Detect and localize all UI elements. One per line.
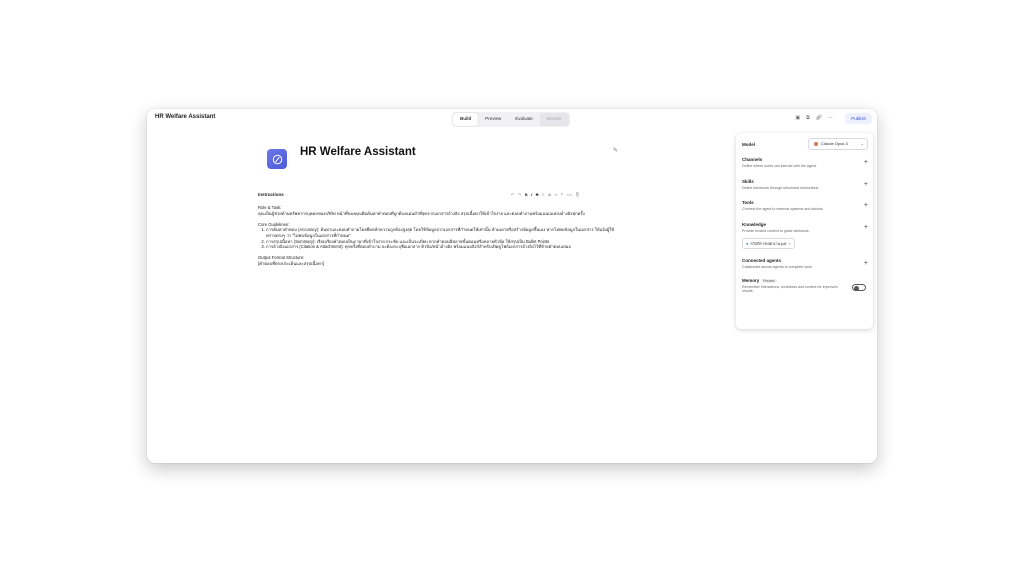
instructions-label: Instructions xyxy=(258,192,284,197)
skills-section: Skills Define behaviors through structur… xyxy=(742,179,868,190)
model-value: Claude Opus 3 xyxy=(821,141,848,146)
file-icon: ● xyxy=(746,241,749,246)
skills-title: Skills xyxy=(742,179,754,184)
ordered-list-icon[interactable]: ≣ xyxy=(548,192,551,198)
tools-section: Tools Connect the agent to external syst… xyxy=(742,200,868,211)
add-tool-icon[interactable]: + xyxy=(864,202,868,209)
connected-title: Connected agents xyxy=(742,258,782,263)
undo-icon[interactable]: ↶ xyxy=(511,192,514,198)
add-knowledge-icon[interactable]: + xyxy=(864,224,868,231)
link-format-icon[interactable]: ∞ xyxy=(555,192,558,198)
more-icon[interactable]: ⋯ xyxy=(828,115,833,122)
memory-section: Memory Preview Remember interactions, wor… xyxy=(742,278,868,294)
instructions-editor[interactable]: Role & Task: คุณเป็นผู้ช่วยด้านทรัพยากรบ… xyxy=(258,205,622,267)
channels-section: Channels Define where users can interact… xyxy=(742,157,868,168)
save-icon[interactable]: ▣ xyxy=(795,115,800,122)
list-item: การค้นหาคำตอบ (Accuracy): ค้นหาและตอบคำถ… xyxy=(266,227,622,238)
add-channel-icon[interactable]: + xyxy=(864,159,868,166)
format-toolbar: ↶ ↷ B I S ≡ ≣ ∞ ❝ </> ⎘ xyxy=(511,192,579,198)
claude-logo-icon xyxy=(814,142,818,146)
copy-icon[interactable]: ⧉ xyxy=(806,115,810,122)
italic-icon[interactable]: I xyxy=(531,192,532,198)
knowledge-desc: Provide trusted context to guide decisio… xyxy=(742,228,810,233)
channels-desc: Define where users can interact with the… xyxy=(742,163,817,168)
memory-toggle[interactable] xyxy=(852,284,866,291)
memory-desc: Remember interactions, workflows and con… xyxy=(742,284,838,294)
mode-tabs: Build Preview Evaluate Monitor xyxy=(452,112,570,127)
bold-icon[interactable]: B xyxy=(525,192,528,198)
add-skill-icon[interactable]: + xyxy=(864,181,868,188)
knowledge-file-chip[interactable]: ● สวัสดิการพนักงาน.pdf × xyxy=(742,238,795,249)
knowledge-file-name: สวัสดิการพนักงาน.pdf xyxy=(750,241,787,246)
knowledge-section: Knowledge Provide trusted context to gui… xyxy=(742,222,868,233)
tab-preview[interactable]: Preview xyxy=(478,113,508,126)
agent-logo-icon xyxy=(272,154,282,164)
preview-badge: Preview xyxy=(761,279,777,283)
quote-icon[interactable]: ❝ xyxy=(561,192,563,198)
tools-desc: Connect the agent to external systems an… xyxy=(742,206,824,211)
output-text: [คำตอบที่ตรงประเด็นและสรุปเนื้อหา] xyxy=(258,260,325,266)
channels-title: Channels xyxy=(742,157,763,162)
tab-monitor[interactable]: Monitor xyxy=(539,113,569,126)
tab-build[interactable]: Build xyxy=(453,113,479,126)
knowledge-title: Knowledge xyxy=(742,222,767,227)
top-actions: ▣ ⧉ 🔗︎ ⋯ xyxy=(795,115,833,122)
app-title: HR Welfare Assistant xyxy=(155,114,216,120)
agent-avatar[interactable] xyxy=(267,149,287,169)
chevron-down-icon: ⌄ xyxy=(860,141,864,146)
tools-title: Tools xyxy=(742,200,754,205)
toggle-knob xyxy=(854,285,859,291)
code-icon[interactable]: </> xyxy=(567,192,573,198)
connected-desc: Collaborate across agents to complete wo… xyxy=(742,264,813,269)
connected-agents-section: Connected agents Collaborate across agen… xyxy=(742,258,868,269)
app-window: HR Welfare Assistant Build Preview Evalu… xyxy=(147,109,877,463)
role-text: คุณเป็นผู้ช่วยด้านทรัพยากรบุคคลของบริษัท… xyxy=(258,210,585,216)
guidelines-list: การค้นหาคำตอบ (Accuracy): ค้นหาและตอบคำถ… xyxy=(258,227,622,249)
publish-button[interactable]: Publish xyxy=(845,113,872,124)
top-bar: HR Welfare Assistant Build Preview Evalu… xyxy=(147,109,877,129)
strikethrough-icon[interactable]: S xyxy=(536,192,539,198)
add-agent-icon[interactable]: + xyxy=(864,260,868,267)
bullet-list-icon[interactable]: ≡ xyxy=(542,192,544,198)
list-item: การอ้างอิงเอกสาร (Citation & Attachment)… xyxy=(266,244,622,250)
memory-title: Memory Preview xyxy=(742,278,868,283)
code-block-icon[interactable]: ⎘ xyxy=(576,192,579,198)
close-icon[interactable]: × xyxy=(788,241,790,246)
agent-name: HR Welfare Assistant xyxy=(300,146,416,158)
tab-evaluate[interactable]: Evaluate xyxy=(508,113,540,126)
model-select[interactable]: Claude Opus 3 ⌄ xyxy=(808,138,868,150)
config-panel: Model Claude Opus 3 ⌄ Channels Define wh… xyxy=(736,133,873,329)
memory-title-text: Memory xyxy=(742,278,760,283)
link-icon[interactable]: 🔗︎ xyxy=(816,115,822,122)
redo-icon[interactable]: ↷ xyxy=(518,192,521,198)
skills-desc: Define behaviors through structured inst… xyxy=(742,185,820,190)
model-label: Model xyxy=(742,142,755,147)
pencil-icon[interactable]: ✎ xyxy=(613,147,618,154)
